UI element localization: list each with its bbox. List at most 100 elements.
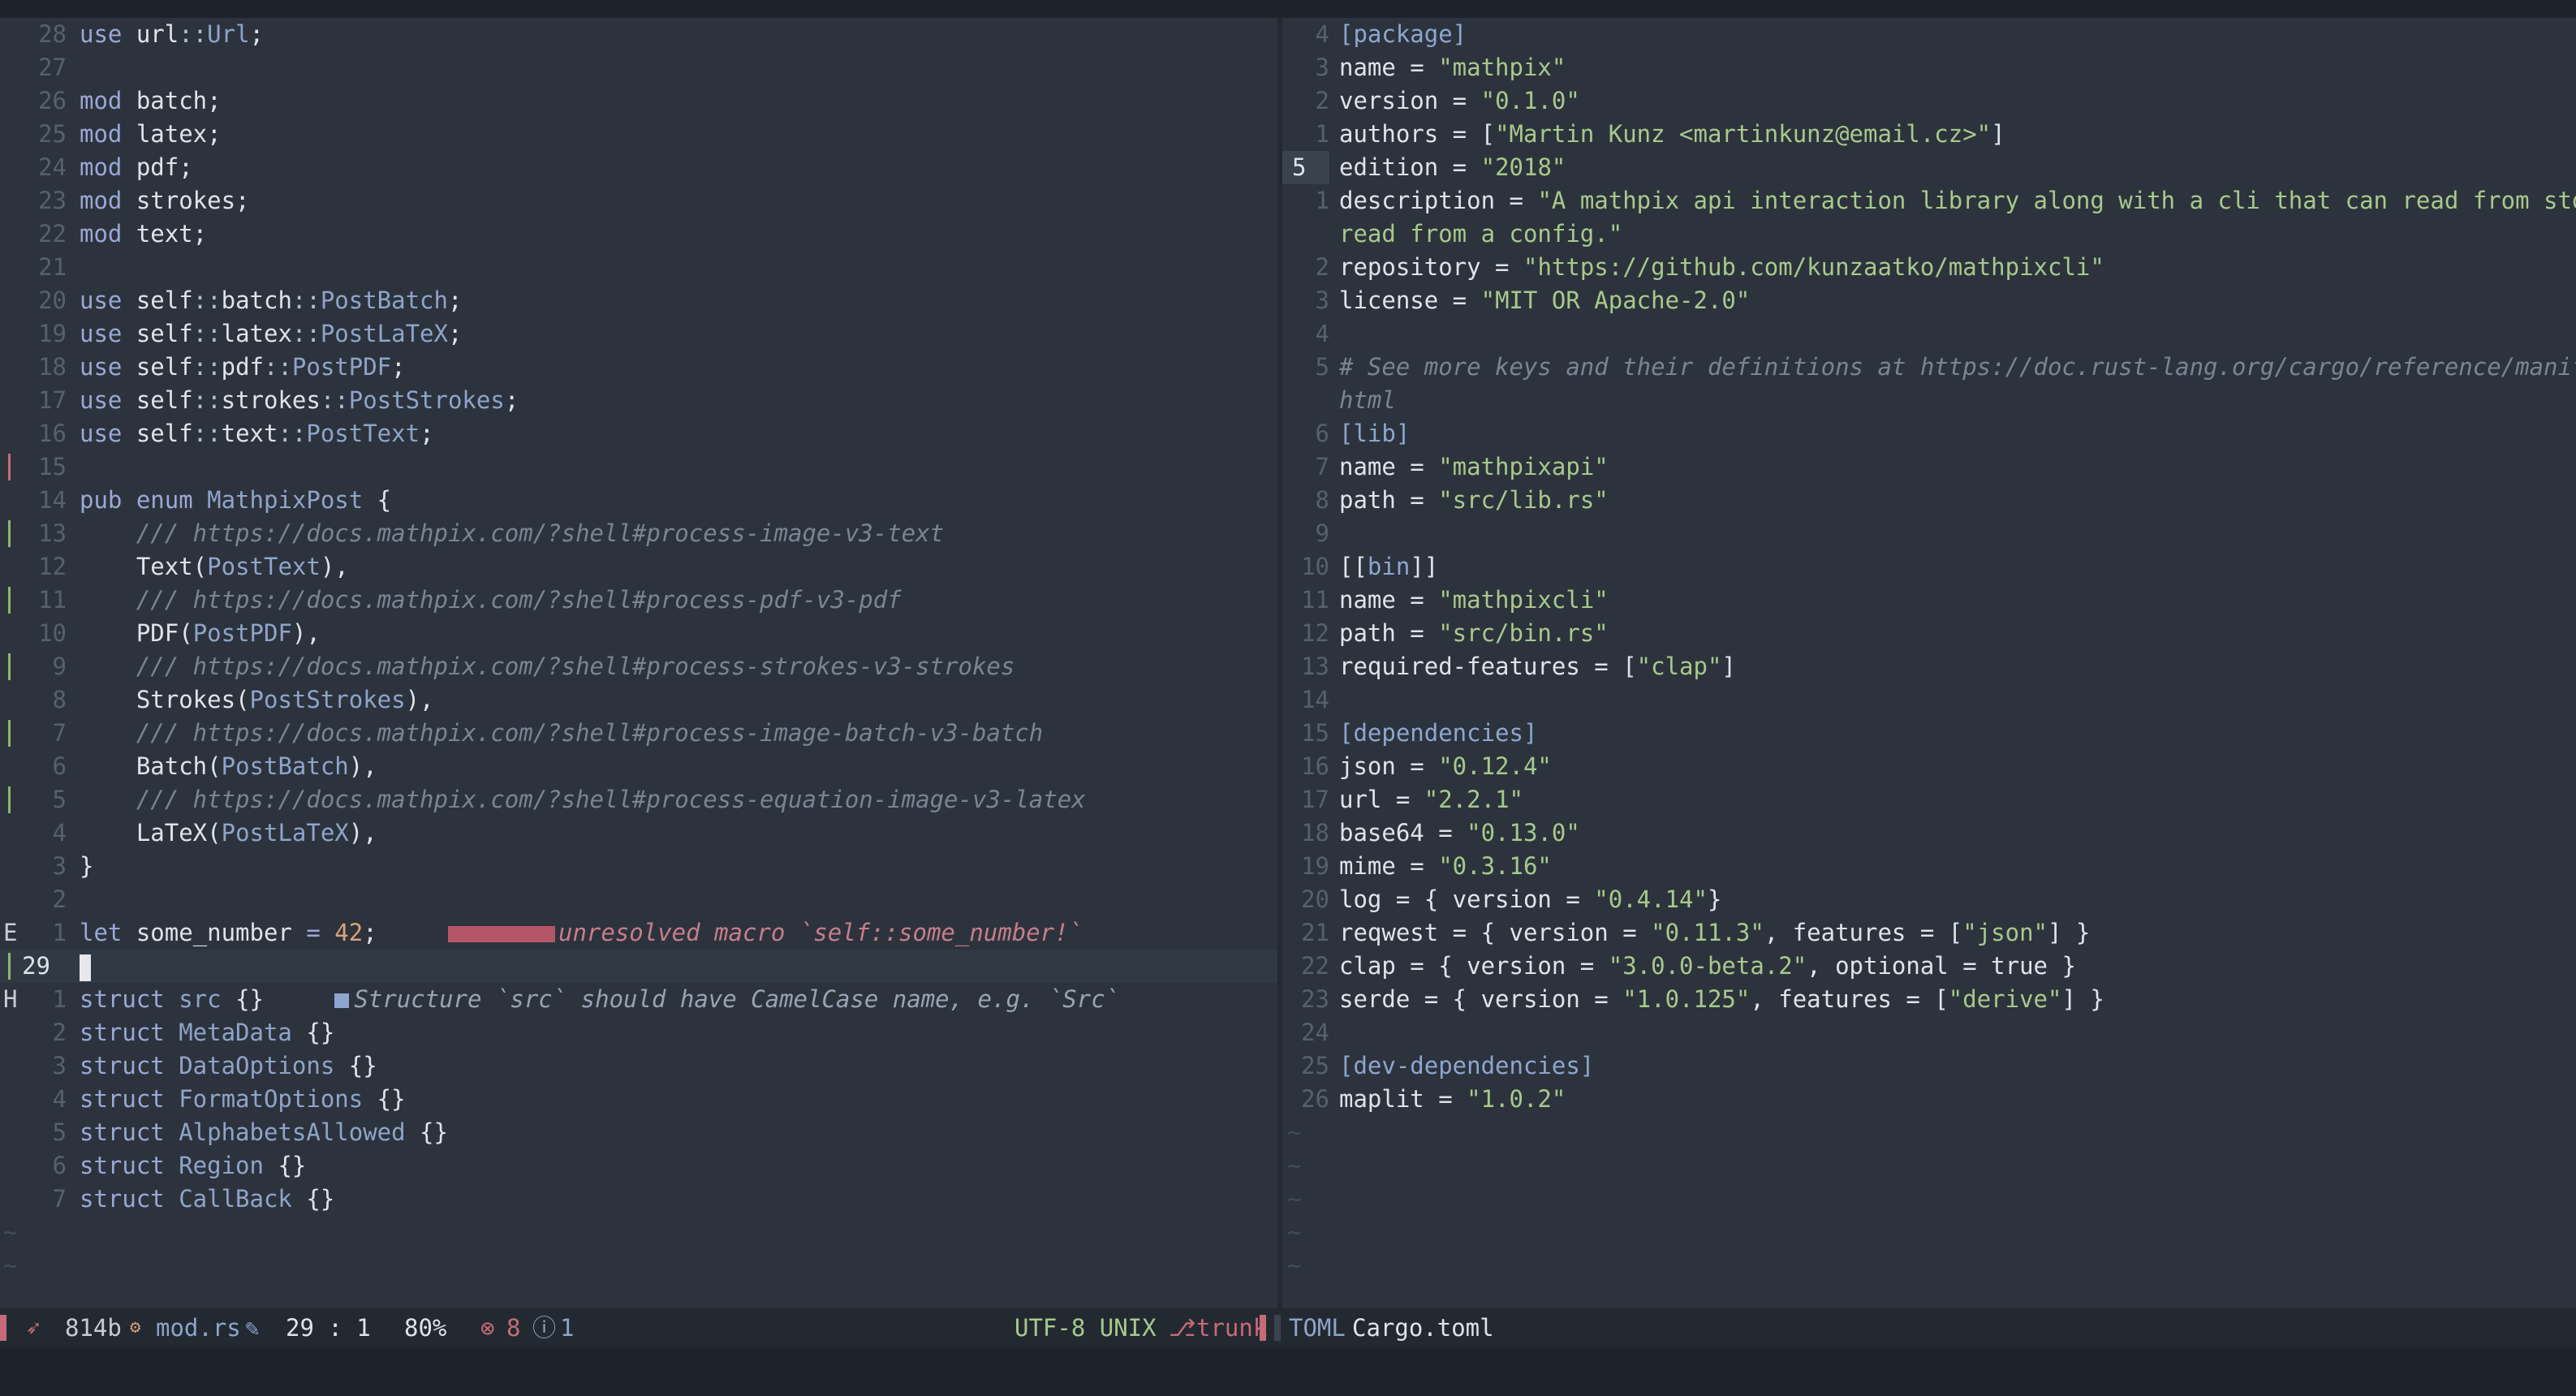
code-line-error[interactable]: E 1 let some_number = 42; unresolved macro… [0,916,1277,950]
code-line[interactable]: 4 [1282,317,2576,351]
empty-line: ~ [1287,1185,1302,1213]
code-line[interactable]: 9 /// https://docs.mathpix.com/?shell#pr… [0,650,1277,683]
code-line[interactable]: 14 pub enum MathpixPost { [0,484,1277,517]
code-line[interactable]: 8 path = "src/lib.rs" [1282,484,2576,517]
scroll-percent: 80% [404,1314,447,1342]
code-line[interactable]: 28 use url::Url; [0,18,1277,51]
code-line[interactable]: 6 struct Region {} [0,1149,1277,1183]
code-line[interactable]: 3 name = "mathpix" [1282,51,2576,84]
code-line[interactable]: 21 [0,251,1277,284]
git-branch-icon: ⎇ [1169,1314,1196,1342]
editor-pane-cargo-toml[interactable]: 4 [package] 3 name = "mathpix" 2 version = … [1282,18,2576,1308]
code-line[interactable]: 26 maplit = "1.0.2" [1282,1083,2576,1116]
code-line[interactable]: 7 struct CallBack {} [0,1183,1277,1216]
code-line[interactable]: 23 serde = { version = "1.0.125", feature… [1282,983,2576,1016]
code-line[interactable]: 2 struct MetaData {} [0,1016,1277,1049]
hint-message: Structure `src` should have CamelCase na… [354,985,1120,1013]
code-line[interactable]: 4 [package] [1282,18,2576,51]
code-line-wrap[interactable]: read from a config." [1282,218,2576,251]
code-line[interactable]: 25 [dev-dependencies] [1282,1049,2576,1083]
code-line[interactable]: 13 /// https://docs.mathpix.com/?shell#p… [0,517,1277,550]
code-line[interactable]: 26 mod batch; [0,84,1277,118]
code-line[interactable]: 24 mod pdf; [0,151,1277,184]
code-line-wrap[interactable]: html [1282,384,2576,417]
code-line[interactable]: 20 use self::batch::PostBatch; [0,284,1277,317]
code-line[interactable]: 15 [0,450,1277,484]
code-line[interactable]: 7 name = "mathpixapi" [1282,450,2576,484]
code-line-hint[interactable]: H 1 struct src {} Structure `src` should h… [0,983,1277,1016]
code-line[interactable]: 12 Text(PostText), [0,550,1277,584]
code-line[interactable]: 22 clap = { version = "3.0.0-beta.2", opt… [1282,950,2576,983]
code-line[interactable]: 15 [dependencies] [1282,717,2576,750]
rocket-icon: ➶ [26,1314,41,1342]
info-count-icon: ⓘ [532,1314,557,1342]
code-line[interactable]: 16 use self::text::PostText; [0,417,1277,450]
code-line[interactable]: 25 mod latex; [0,118,1277,151]
code-line[interactable]: 1 authors = ["Martin Kunz <martinkunz@ema… [1282,118,2576,151]
code-line[interactable]: 3 license = "MIT OR Apache-2.0" [1282,284,2576,317]
error-count-icon: ⊗ [480,1314,495,1342]
code-line[interactable]: 20 log = { version = "0.4.14"} [1282,883,2576,916]
code-line[interactable]: 18 use self::pdf::PostPDF; [0,351,1277,384]
file-name: mod.rs [156,1314,241,1342]
git-added-marker [8,587,11,614]
code-line[interactable]: 6 [lib] [1282,417,2576,450]
code-line[interactable]: 2 [0,883,1277,916]
code-line[interactable]: 11 name = "mathpixcli" [1282,584,2576,617]
code-line[interactable]: 10 [[bin]] [1282,550,2576,584]
git-branch: trunk [1196,1314,1268,1342]
code-line[interactable]: 4 LaTeX(PostLaTeX), [0,816,1277,850]
empty-line: ~ [1287,1252,1302,1279]
code-line[interactable]: 11 /// https://docs.mathpix.com/?shell#p… [0,584,1277,617]
error-sign: E [3,919,18,946]
error-count: 8 [506,1314,521,1342]
code-line[interactable]: 1 description = "A mathpix api interactio… [1282,184,2576,218]
code-line[interactable]: 8 Strokes(PostStrokes), [0,683,1277,717]
code-line[interactable]: 19 use self::latex::PostLaTeX; [0,317,1277,351]
code-line[interactable]: 2 repository = "https://github.com/kunzaa… [1282,251,2576,284]
code-line[interactable]: 17 use self::strokes::PostStrokes; [0,384,1277,417]
code-line[interactable]: 3 struct DataOptions {} [0,1049,1277,1083]
code-line[interactable]: 19 mime = "0.3.16" [1282,850,2576,883]
code-line[interactable]: 7 /// https://docs.mathpix.com/?shell#pr… [0,717,1277,750]
empty-line: ~ [1287,1152,1302,1179]
info-count: 1 [560,1314,575,1342]
inactive-mode-indicator [1274,1315,1281,1341]
code-line[interactable]: 24 [1282,1016,2576,1049]
cursor-line[interactable]: 29 [0,950,1277,983]
git-added-marker [8,953,11,980]
empty-line: ~ [1287,1118,1302,1146]
code-line[interactable]: 10 PDF(PostPDF), [0,617,1277,650]
code-line[interactable]: 3} [0,850,1277,883]
pane-separator-marker [1260,1315,1266,1341]
code-line[interactable]: 4 struct FormatOptions {} [0,1083,1277,1116]
code-line[interactable]: 2 version = "0.1.0" [1282,84,2576,118]
code-line[interactable]: 21 reqwest = { version = "0.11.3", featur… [1282,916,2576,950]
code-line[interactable]: 23 mod strokes; [0,184,1277,218]
code-line[interactable]: 13 required-features = ["clap"] [1282,650,2576,683]
file-type: TOML [1289,1314,1346,1342]
code-line[interactable]: 27 [0,51,1277,84]
code-line[interactable]: 5 # See more keys and their definitions a… [1282,351,2576,384]
editor-pane-mod-rs[interactable]: 28 use url::Url; 27 26 mod batch; 25 mod la… [0,18,1277,1308]
code-line[interactable]: 17 url = "2.2.1" [1282,783,2576,816]
error-virtual-text-marker [448,926,555,942]
git-added-marker [8,786,11,813]
code-line[interactable]: 6 Batch(PostBatch), [0,750,1277,783]
rust-file-icon: ⚙ [130,1317,141,1338]
code-line[interactable]: 12 path = "src/bin.rs" [1282,617,2576,650]
text-cursor [80,954,91,981]
cursor-position: 29 : 1 [286,1314,371,1342]
empty-line: ~ [3,1218,18,1246]
code-line[interactable]: 9 [1282,517,2576,550]
code-line[interactable]: 16 json = "0.12.4" [1282,750,2576,783]
code-line[interactable]: 5 struct AlphabetsAllowed {} [0,1116,1277,1149]
window-bottom-strip [0,1347,2576,1396]
code-line[interactable]: 14 [1282,683,2576,717]
empty-line: ~ [1287,1218,1302,1246]
hint-sign: H [3,985,18,1013]
code-line[interactable]: 22 mod text; [0,218,1277,251]
cursor-line[interactable]: 5 edition = "2018" [1282,151,2576,184]
code-line[interactable]: 5 /// https://docs.mathpix.com/?shell#pr… [0,783,1277,816]
code-line[interactable]: 18 base64 = "0.13.0" [1282,816,2576,850]
